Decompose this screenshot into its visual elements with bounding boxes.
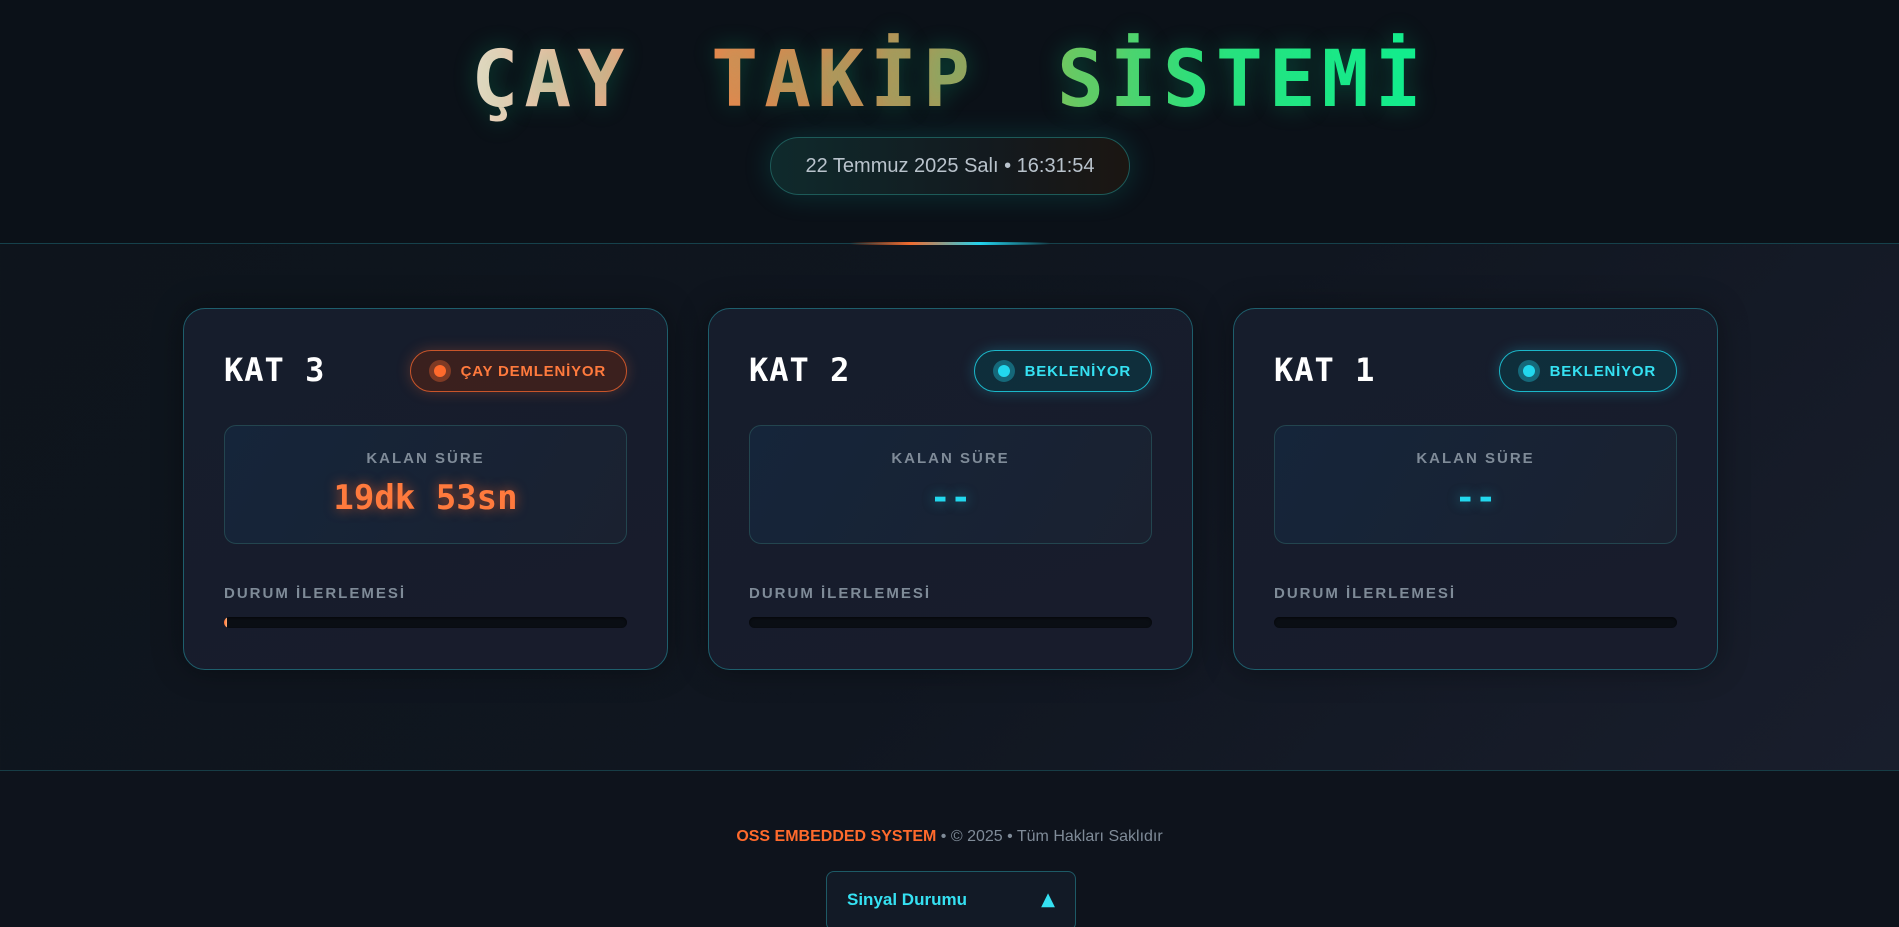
progress-bar [1274,617,1677,628]
floor-card-kat-3: KAT 3 ÇAY DEMLENİYOR KALAN SÜRE 19dk 53s… [183,308,668,670]
status-text: ÇAY DEMLENİYOR [460,362,606,380]
progress-label: DURUM İLERLEMESİ [749,585,931,602]
remaining-time-value: 19dk 53sn [333,478,518,518]
remaining-time-label: KALAN SÜRE [366,450,485,467]
footer-text: • © 2025 • Tüm Hakları Saklıdır [936,828,1163,845]
status-badge: ÇAY DEMLENİYOR [409,350,627,392]
progress-label: DURUM İLERLEMESİ [1274,585,1456,602]
signal-status-toggle[interactable]: Sinyal Durumu ▲ [826,871,1076,927]
progress-bar [224,617,627,628]
remaining-time-box: KALAN SÜRE 19dk 53sn [224,425,627,544]
card-title: KAT 1 [1274,351,1376,389]
signal-status-label: Sinyal Durumu [847,890,967,909]
remaining-time-label: KALAN SÜRE [1416,450,1535,467]
title-word-3: SİSTEMİ [1057,30,1428,130]
status-dot-icon [1517,360,1540,382]
page-header: ÇAY TAKİP SİSTEMİ 22 Temmuz 2025 Salı • … [0,0,1899,245]
status-badge: BEKLENİYOR [973,350,1152,392]
remaining-time-box: KALAN SÜRE -- [1274,425,1677,544]
datetime-display: 22 Temmuz 2025 Salı • 16:31:54 [770,137,1130,195]
floor-card-kat-1: KAT 1 BEKLENİYOR KALAN SÜRE -- DURUM İLE… [1233,308,1718,670]
remaining-time-value: -- [930,478,971,518]
datetime-text: 22 Temmuz 2025 Salı • 16:31:54 [805,154,1095,177]
progress-bar [749,617,1152,628]
progress-fill [224,617,227,628]
page-footer: OSS EMBEDDED SYSTEM • © 2025 • Tüm Hakla… [0,771,1899,927]
remaining-time-box: KALAN SÜRE -- [749,425,1152,544]
footer-copyright: OSS EMBEDDED SYSTEM • © 2025 • Tüm Hakla… [0,828,1899,846]
remaining-time-label: KALAN SÜRE [891,450,1010,467]
title-word-2: TAKİP [711,30,976,130]
title-word-1: ÇAY [471,30,630,130]
card-title: KAT 3 [224,351,326,389]
status-text: BEKLENİYOR [1024,362,1131,380]
footer-brand: OSS EMBEDDED SYSTEM [736,828,937,845]
status-dot-icon [992,360,1015,382]
card-title: KAT 2 [749,351,851,389]
triangle-up-icon: ▲ [1041,889,1055,910]
status-text: BEKLENİYOR [1549,362,1656,380]
floor-card-kat-2: KAT 2 BEKLENİYOR KALAN SÜRE -- DURUM İLE… [708,308,1193,670]
app-title: ÇAY TAKİP SİSTEMİ [0,30,1899,130]
progress-label: DURUM İLERLEMESİ [224,585,406,602]
header-accent-line [850,242,1050,245]
status-dot-icon [428,360,451,382]
status-badge: BEKLENİYOR [1498,350,1677,392]
remaining-time-value: -- [1455,478,1496,518]
